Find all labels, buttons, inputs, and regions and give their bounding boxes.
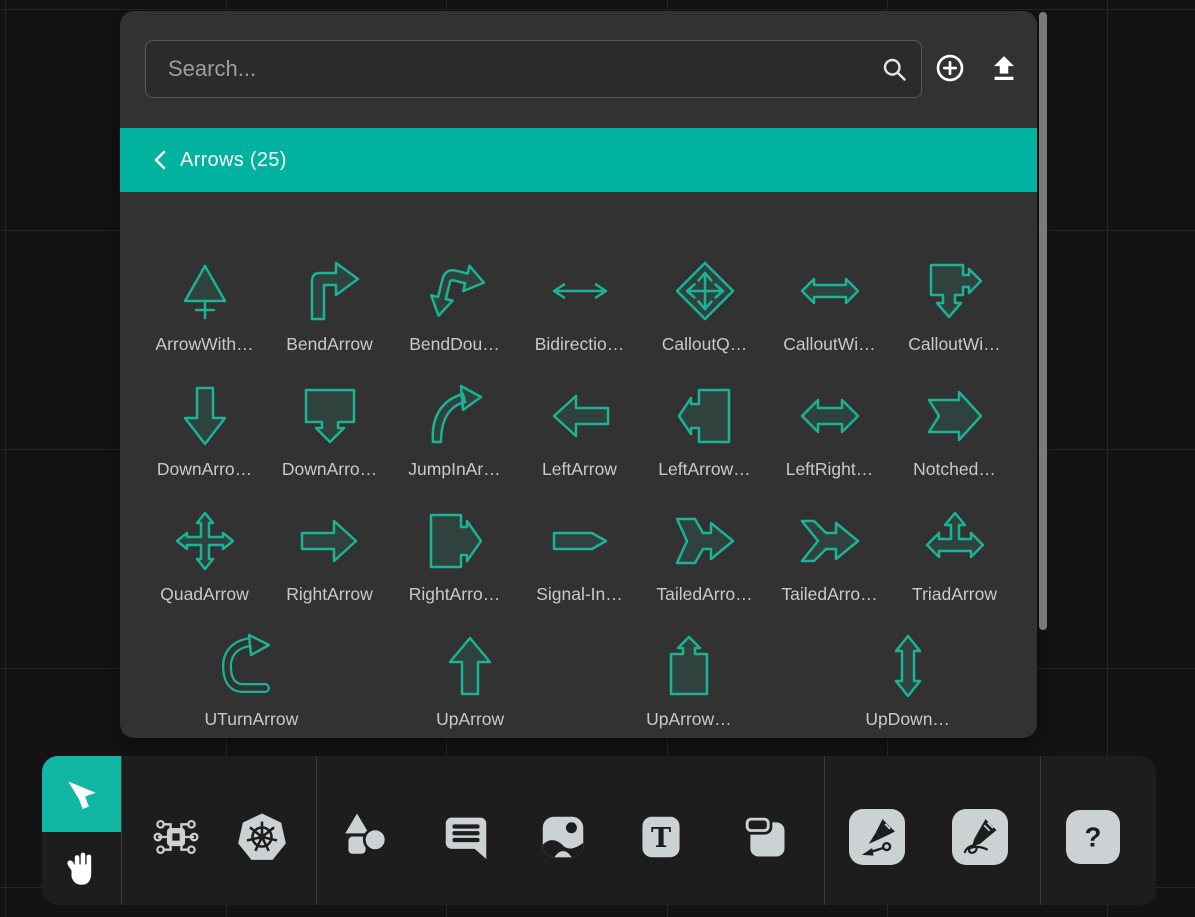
shape-item-callout-leftright[interactable]: CalloutWi…	[767, 241, 892, 366]
shape-item-arrow-with[interactable]: ArrowWith…	[142, 241, 267, 366]
shapes-icon	[338, 808, 396, 866]
notched-right-arrow-icon	[923, 384, 987, 448]
bidirectional-arrow-icon	[548, 259, 612, 323]
shape-item-tailed-arrow[interactable]: TailedArro…	[642, 491, 767, 616]
shape-item-leftright[interactable]: LeftRight…	[767, 366, 892, 491]
shape-item-callout-down[interactable]: CalloutWi…	[892, 241, 1017, 366]
toolbar-divider	[1040, 756, 1041, 905]
chevron-left-icon	[152, 149, 168, 171]
toolbar-divider	[824, 756, 825, 905]
network-tool-button[interactable]	[147, 808, 205, 866]
callout-down-arrow-icon	[923, 259, 987, 323]
shape-item-down-arrow[interactable]: DownArro…	[142, 366, 267, 491]
pencil-scribble-icon	[958, 815, 1002, 859]
add-circle-icon[interactable]	[935, 53, 965, 83]
image-tool-button[interactable]	[536, 810, 590, 864]
shape-item-uturn[interactable]: UTurnArrow	[142, 616, 361, 738]
up-arrow-callout-icon	[657, 634, 721, 698]
bend-arrow-icon	[298, 259, 362, 323]
down-arrow-icon	[173, 384, 237, 448]
jump-in-arrow-icon	[423, 384, 487, 448]
select-tool-button[interactable]	[42, 756, 121, 832]
shapes-tool-button[interactable]	[338, 808, 396, 866]
shape-item-up-arrow[interactable]: UpArrow	[361, 616, 580, 738]
shape-library-panel: Arrows (25) ArrowWith… BendArrow BendDou…	[120, 11, 1037, 738]
search-field	[145, 40, 922, 98]
category-title: Arrows (25)	[180, 149, 287, 172]
shape-item-right-callout[interactable]: RightArro…	[392, 491, 517, 616]
pan-tool-button[interactable]	[42, 832, 121, 905]
shape-grid-last-row: UTurnArrow UpArrow UpArrow… UpDown…	[142, 616, 1017, 738]
arrow-with-stem-icon	[173, 259, 237, 323]
right-arrow-icon	[298, 509, 362, 573]
left-arrow-callout-icon	[673, 384, 737, 448]
text-icon: T	[634, 810, 688, 864]
shape-item-left-arrow[interactable]: LeftArrow	[517, 366, 642, 491]
left-arrow-icon	[548, 384, 612, 448]
shape-item-up-callout[interactable]: UpArrow…	[580, 616, 799, 738]
hand-icon	[61, 848, 103, 890]
toolbar: T ?	[42, 756, 1156, 905]
toolbar-divider	[121, 756, 122, 905]
shape-item-jump-in[interactable]: JumpInAr…	[392, 366, 517, 491]
category-header[interactable]: Arrows (25)	[120, 128, 1037, 192]
shape-item-triad[interactable]: TriadArrow	[892, 491, 1017, 616]
down-arrow-callout-icon	[298, 384, 362, 448]
bend-double-arrow-icon	[423, 259, 487, 323]
shape-item-bend-arrow[interactable]: BendArrow	[267, 241, 392, 366]
kubernetes-helm-icon	[233, 808, 291, 866]
search-input[interactable]	[145, 40, 922, 98]
shape-grid: ArrowWith… BendArrow BendDou… Bidirectio…	[142, 241, 1017, 616]
uturn-arrow-icon	[219, 634, 283, 698]
pen-connector-icon	[855, 815, 899, 859]
comment-icon	[439, 810, 493, 864]
help-button[interactable]: ?	[1066, 810, 1120, 864]
comment-tool-button[interactable]	[439, 810, 493, 864]
shape-item-notched[interactable]: Notched…	[892, 366, 1017, 491]
shape-item-left-callout[interactable]: LeftArrow…	[642, 366, 767, 491]
quad-arrow-icon	[173, 509, 237, 573]
cursor-icon	[62, 774, 102, 814]
question-mark-icon: ?	[1071, 815, 1115, 859]
shape-item-quad-arrow[interactable]: QuadArrow	[142, 491, 267, 616]
shape-item-tailed-chevron[interactable]: TailedArro…	[767, 491, 892, 616]
left-right-arrow-icon	[798, 384, 862, 448]
callout-quad-arrow-icon	[673, 259, 737, 323]
note-icon	[739, 811, 791, 863]
shape-item-down-callout[interactable]: DownArro…	[267, 366, 392, 491]
svg-text:?: ?	[1085, 822, 1102, 853]
panel-scrollbar-thumb[interactable]	[1039, 12, 1047, 630]
svg-text:T: T	[651, 823, 671, 854]
connector-pen-tool-button[interactable]	[849, 809, 905, 865]
tailed-arrow-chevron-icon	[798, 509, 862, 573]
image-icon	[536, 810, 590, 864]
up-arrow-icon	[438, 634, 502, 698]
shape-item-updown[interactable]: UpDown…	[798, 616, 1017, 738]
upload-icon[interactable]	[989, 53, 1019, 83]
tailed-arrow-icon	[673, 509, 737, 573]
up-down-arrow-icon	[876, 634, 940, 698]
search-icon	[880, 55, 908, 83]
triad-arrow-icon	[923, 509, 987, 573]
callout-left-right-arrow-icon	[798, 259, 862, 323]
text-tool-button[interactable]: T	[634, 810, 688, 864]
shape-item-right-arrow[interactable]: RightArrow	[267, 491, 392, 616]
kubernetes-tool-button[interactable]	[233, 808, 291, 866]
note-tool-button[interactable]	[739, 811, 791, 863]
shape-item-signal-in[interactable]: Signal-In…	[517, 491, 642, 616]
network-nodes-icon	[147, 808, 205, 866]
toolbar-divider	[316, 756, 317, 905]
right-arrow-callout-icon	[423, 509, 487, 573]
shape-item-callout-quad[interactable]: CalloutQ…	[642, 241, 767, 366]
shape-item-bidirectional[interactable]: Bidirectio…	[517, 241, 642, 366]
shape-item-bend-double[interactable]: BendDou…	[392, 241, 517, 366]
signal-in-icon	[548, 509, 612, 573]
sketch-pencil-tool-button[interactable]	[952, 809, 1008, 865]
